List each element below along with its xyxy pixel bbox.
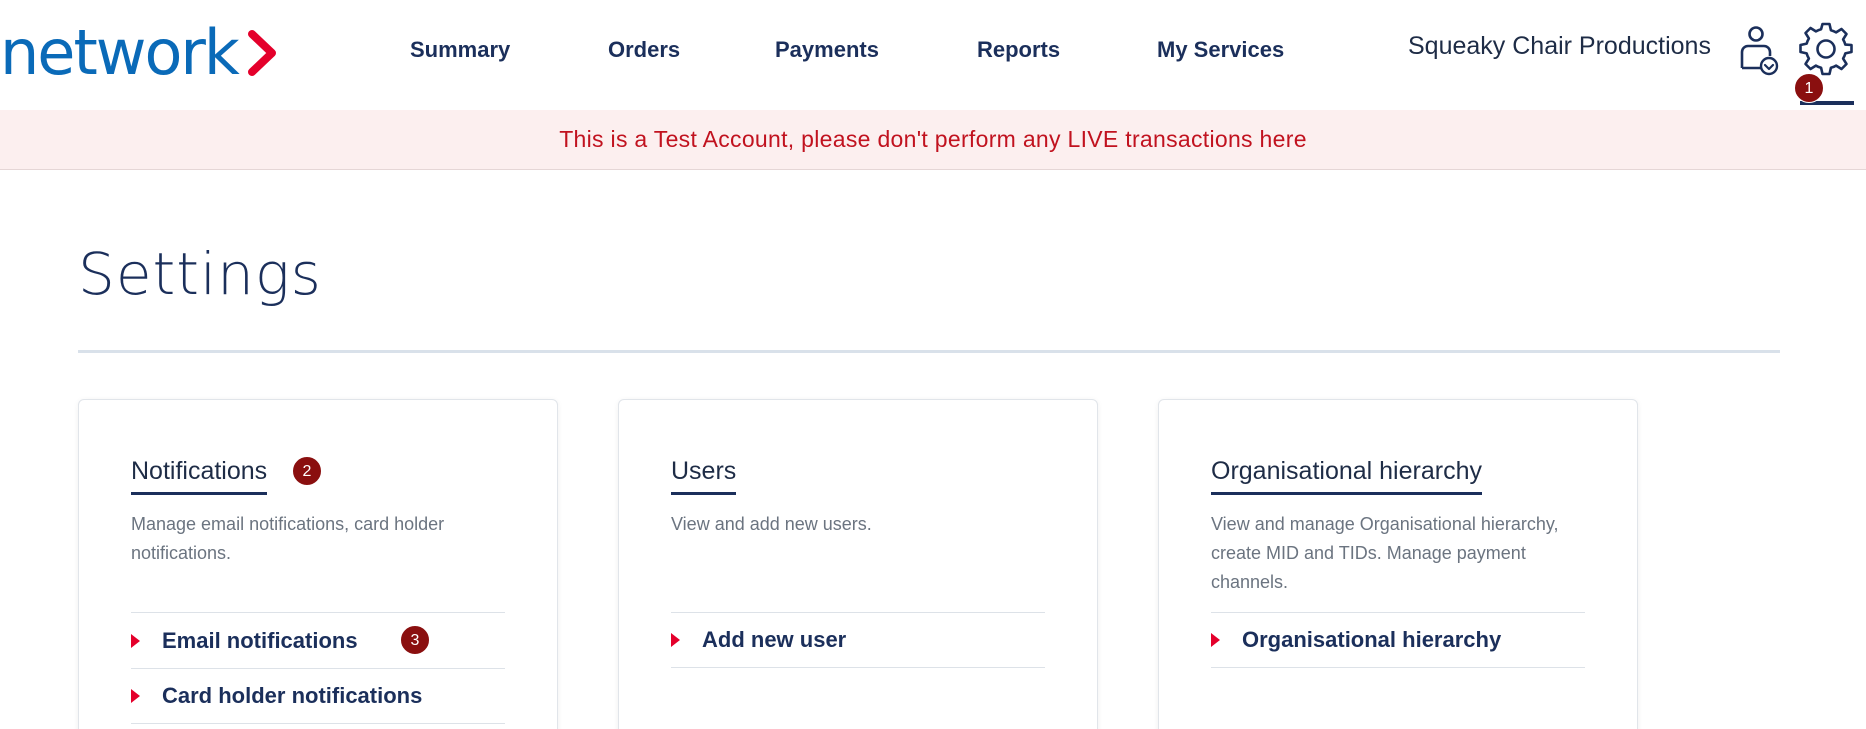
nav-orders[interactable]: Orders [608,30,680,70]
organisational-hierarchy-card: Organisational hierarchy View and manage… [1158,399,1638,729]
step-badge-2: 2 [292,456,322,486]
users-card: Users View and add new users. Add new us… [618,399,1098,729]
network-logo[interactable]: network [0,18,280,88]
email-notifications-link[interactable]: Email notifications [131,612,505,668]
user-profile-icon[interactable] [1738,24,1782,76]
nav-payments[interactable]: Payments [775,30,879,70]
users-card-description: View and add new users. [671,514,872,534]
nav-reports[interactable]: Reports [977,30,1060,70]
banner-text: This is a Test Account, please don't per… [559,126,1307,152]
caret-right-icon [131,633,140,648]
link-label: Add new user [702,627,847,652]
gear-icon[interactable] [1798,20,1854,76]
organisational-hierarchy-card-title[interactable]: Organisational hierarchy [1211,457,1482,495]
caret-right-icon [131,689,140,703]
nav-summary[interactable]: Summary [410,30,510,70]
organisational-hierarchy-card-description: View and manage Organisational hierarchy… [1211,514,1559,592]
caret-right-icon [1211,633,1220,647]
test-account-banner: This is a Test Account, please don't per… [0,110,1866,170]
link-label: Email notifications [162,627,358,653]
nav-my-services[interactable]: My Services [1157,30,1284,70]
organisational-hierarchy-link[interactable]: Organisational hierarchy [1211,612,1585,668]
logo-chevron-icon [247,30,276,76]
step-badge-1: 1 [1794,73,1824,103]
users-card-title[interactable]: Users [671,457,737,495]
notifications-card: Notifications Manage email notifications… [78,399,558,729]
top-header: network Summary Orders Payments Reports … [0,0,1866,110]
caret-right-icon [671,633,680,647]
add-new-user-link[interactable]: Add new user [671,612,1045,668]
card-holder-notifications-link[interactable]: Card holder notifications [131,668,505,724]
link-label: Card holder notifications [162,683,423,708]
title-divider [78,350,1780,353]
logo-text: network [0,16,240,89]
notifications-card-description: Manage email notifications, card holder … [131,514,445,563]
company-name: Squeaky Chair Productions [1408,32,1711,60]
page-title: Settings [78,240,322,308]
link-label: Organisational hierarchy [1242,627,1502,652]
notifications-card-title[interactable]: Notifications [131,457,268,495]
step-badge-3: 3 [400,625,430,655]
